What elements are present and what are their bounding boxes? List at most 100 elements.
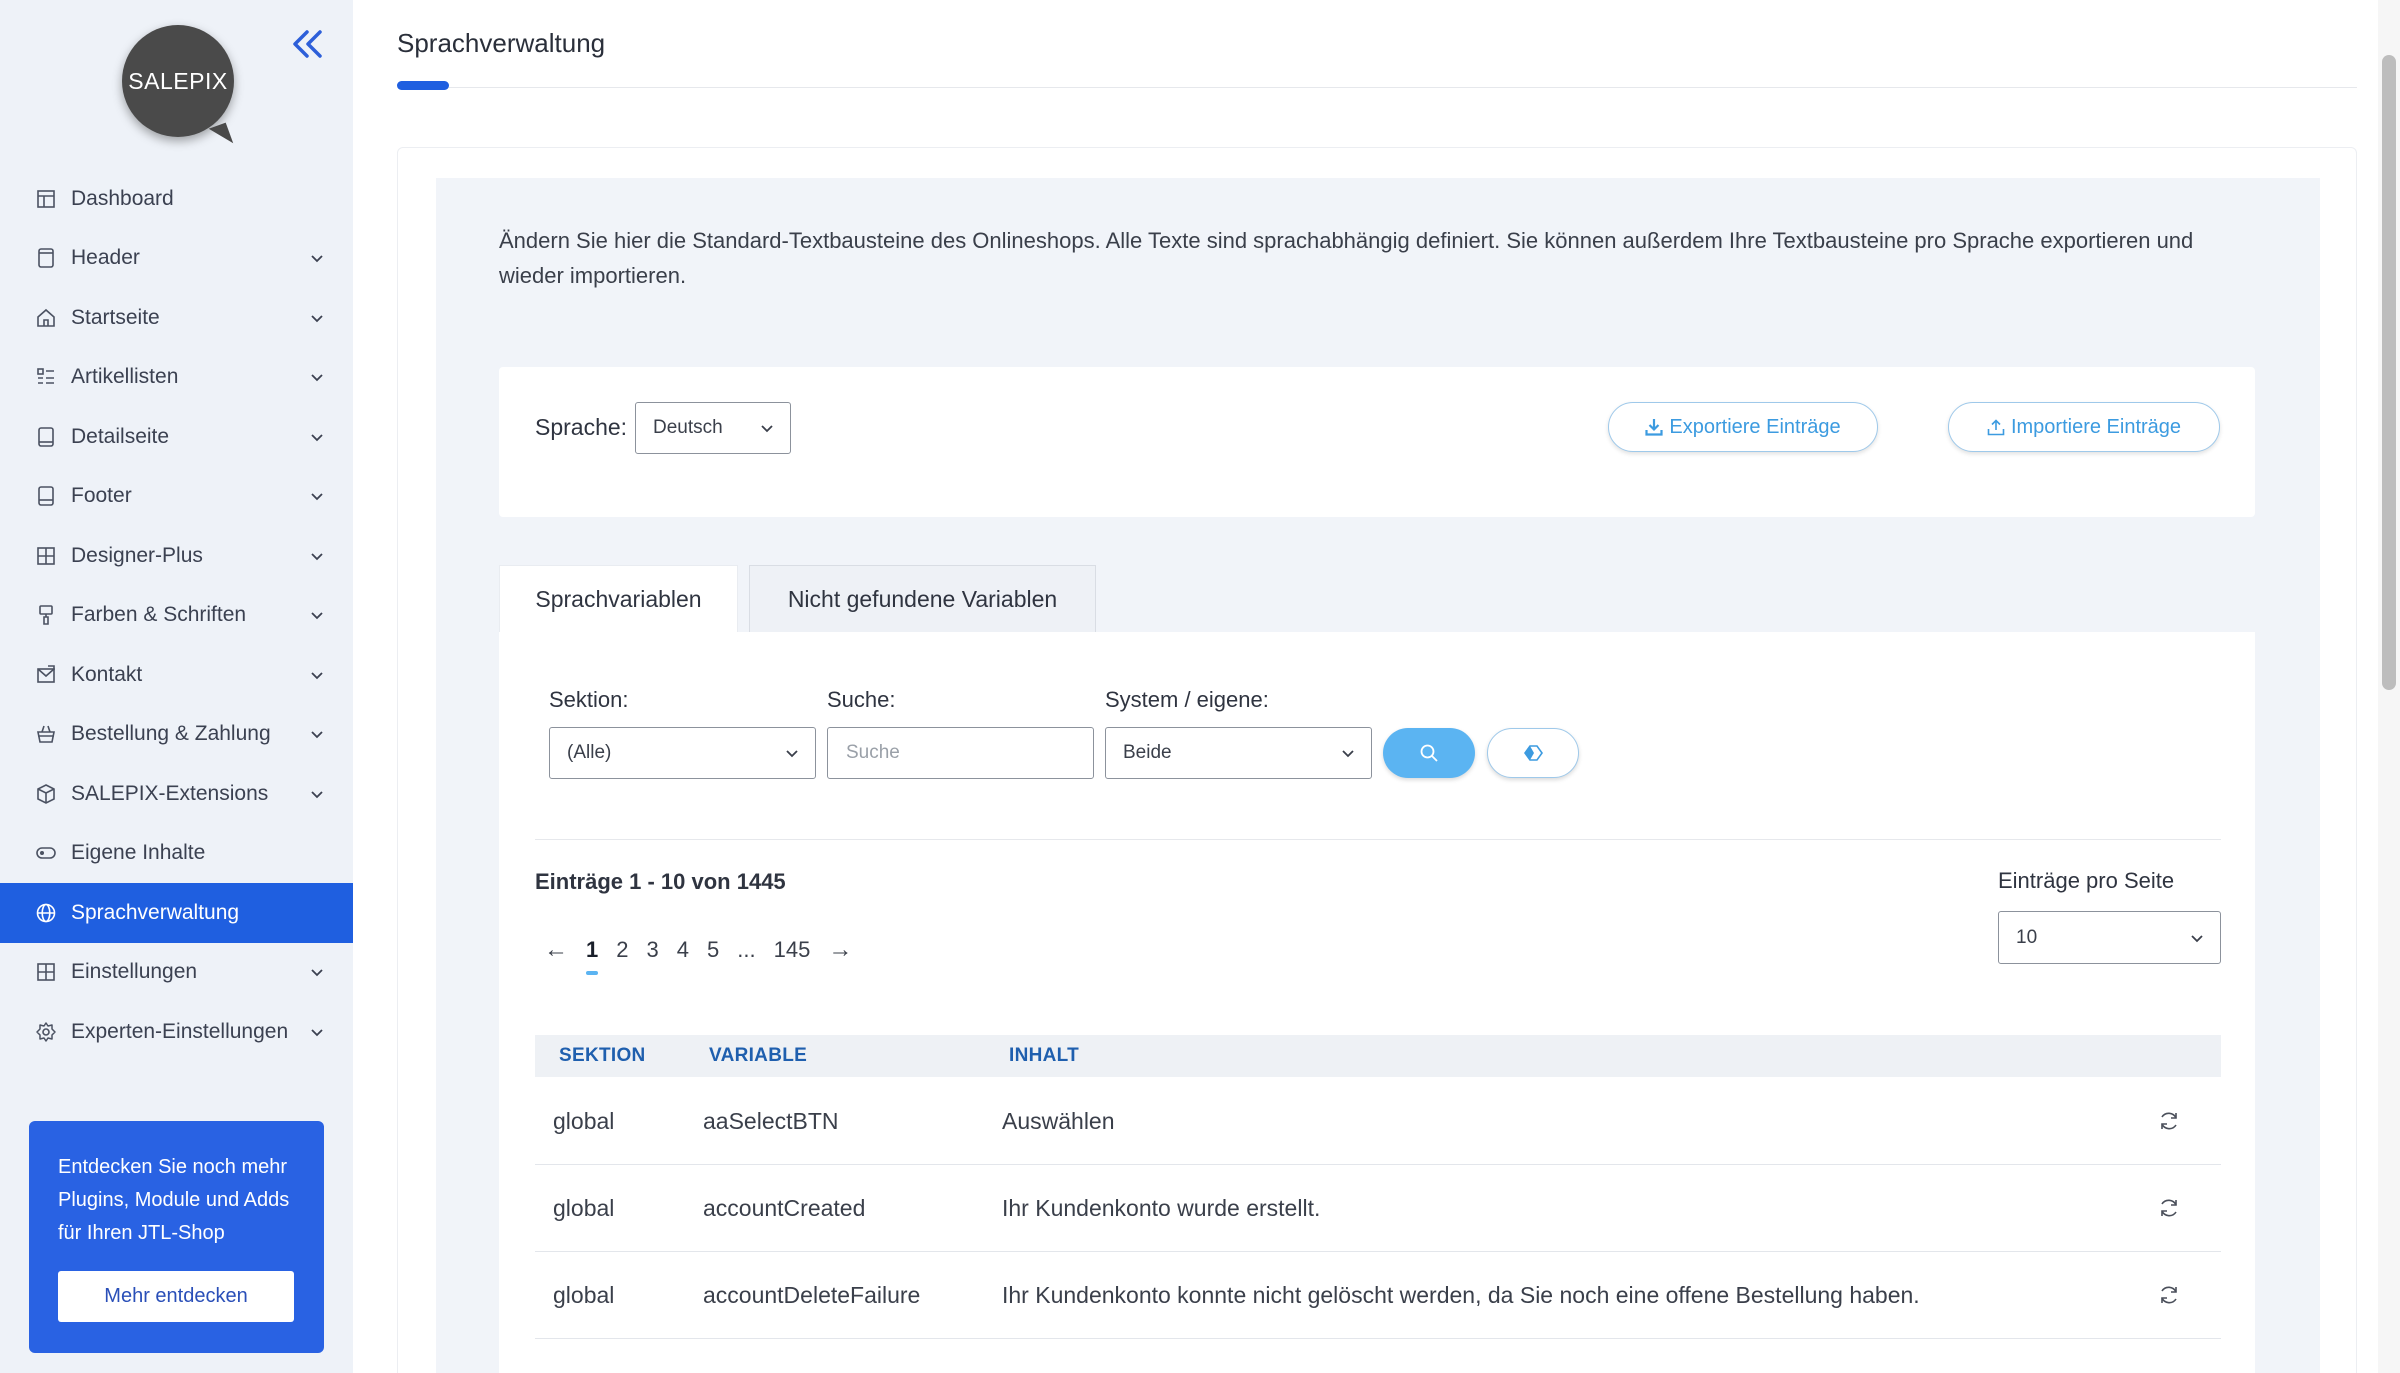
import-label: Importiere Einträge bbox=[2010, 415, 2182, 438]
cell-variable: accountCreated bbox=[703, 1194, 866, 1221]
chevron-down-icon bbox=[761, 425, 773, 433]
table-row[interactable]: global accountCreated Ihr Kundenkonto wurd… bbox=[535, 1165, 2221, 1252]
chevron-down-icon bbox=[311, 612, 323, 620]
eraser-icon bbox=[1524, 745, 1543, 761]
sidebar-item-label: Einstellungen bbox=[71, 960, 198, 984]
page-title: Sprachverwaltung bbox=[397, 28, 606, 58]
pagination-next-arrow[interactable]: → bbox=[819, 936, 861, 964]
salepix-logo[interactable]: SALEPIX bbox=[122, 25, 234, 137]
sidebar-item-dashboard[interactable]: Dashboard bbox=[0, 169, 353, 229]
extensions-icon bbox=[35, 783, 57, 805]
section-select[interactable]: (Alle) bbox=[549, 727, 816, 779]
sidebar-item-label: SALEPIX-Extensions bbox=[71, 781, 269, 805]
chevron-down-icon bbox=[311, 434, 323, 442]
sidebar-item-label: Artikellisten bbox=[71, 365, 179, 389]
sidebar-item-experten-einstellungen[interactable]: Experten-Einstellungen bbox=[0, 1002, 353, 1062]
promo-box: Entdecken Sie noch mehr Plugins, Module … bbox=[29, 1121, 324, 1353]
scrollbar[interactable] bbox=[2378, 0, 2400, 1373]
per-page-select[interactable]: 10 bbox=[1998, 911, 2221, 964]
scrollbar-thumb[interactable] bbox=[2382, 55, 2396, 690]
language-label: Sprache: bbox=[535, 414, 628, 440]
search-label: Suche: bbox=[827, 687, 896, 712]
chevron-down-icon bbox=[311, 672, 323, 680]
sidebar-item-startseite[interactable]: Startseite bbox=[0, 288, 353, 348]
sidebar-item-detailseite[interactable]: Detailseite bbox=[0, 407, 353, 467]
per-page-label: Einträge pro Seite bbox=[1998, 868, 2175, 893]
sidebar-item-bestellung-zahlung[interactable]: Bestellung & Zahlung bbox=[0, 705, 353, 765]
globe-icon bbox=[35, 902, 57, 924]
chevron-down-icon bbox=[311, 791, 323, 799]
footer-icon bbox=[35, 485, 57, 507]
pagination-page[interactable]: 3 bbox=[638, 937, 668, 963]
sidebar-item-label: Dashboard bbox=[71, 186, 174, 210]
sidebar-item-designer-plus[interactable]: Designer-Plus bbox=[0, 526, 353, 586]
sidebar-item-sprachverwaltung[interactable]: Sprachverwaltung bbox=[0, 883, 353, 943]
sidebar-item-artikellisten[interactable]: Artikellisten bbox=[0, 348, 353, 408]
system-value: Beide bbox=[1123, 742, 1172, 763]
clear-filter-button[interactable] bbox=[1487, 728, 1579, 778]
designer-icon bbox=[35, 545, 57, 567]
sidebar-nav: Dashboard Header Startseite Artikellisten De… bbox=[0, 169, 353, 1062]
sidebar: SALEPIX Dashboard Header Startseite Artikel… bbox=[0, 0, 353, 1373]
sidebar-item-label: Farben & Schriften bbox=[71, 603, 247, 627]
system-select[interactable]: Beide bbox=[1105, 727, 1372, 779]
sidebar-item-label: Experten-Einstellungen bbox=[71, 1019, 289, 1043]
import-entries-button[interactable]: Importiere Einträge bbox=[1948, 402, 2220, 452]
search-icon bbox=[1420, 744, 1438, 762]
table-row[interactable]: global aaSelectBTN Auswählen bbox=[535, 1078, 2221, 1165]
section-filter-label: Sektion: bbox=[549, 687, 629, 712]
cell-variable: accountDeleteFailure bbox=[703, 1281, 921, 1308]
reset-icon[interactable] bbox=[2157, 1283, 2181, 1307]
detail-page-icon bbox=[35, 426, 57, 448]
contact-icon bbox=[35, 664, 57, 686]
sidebar-item-label: Detailseite bbox=[71, 424, 170, 448]
title-underline bbox=[397, 81, 449, 90]
table-row[interactable]: global accountDeleteFailure Ihr Kundenkont… bbox=[535, 1252, 2221, 1339]
chevron-down-icon bbox=[311, 255, 323, 263]
sidebar-item-einstellungen[interactable]: Einstellungen bbox=[0, 943, 353, 1003]
reset-icon[interactable] bbox=[2157, 1109, 2181, 1133]
language-select[interactable]: Deutsch bbox=[635, 402, 791, 454]
discover-more-button[interactable]: Mehr entdecken bbox=[58, 1271, 294, 1322]
search-button[interactable] bbox=[1383, 728, 1475, 778]
sidebar-item-footer[interactable]: Footer bbox=[0, 467, 353, 527]
sidebar-item-kontakt[interactable]: Kontakt bbox=[0, 645, 353, 705]
search-input[interactable]: Suche bbox=[827, 727, 1094, 779]
sidebar-item-salepix-extensions[interactable]: SALEPIX-Extensions bbox=[0, 764, 353, 824]
chevron-down-icon bbox=[2191, 934, 2203, 942]
tab-sprachvariablen[interactable]: Sprachvariablen bbox=[499, 565, 738, 633]
header-icon bbox=[35, 247, 57, 269]
sidebar-item-label: Footer bbox=[71, 484, 132, 508]
chevron-down-icon bbox=[311, 553, 323, 561]
sidebar-item-eigene-inhalte[interactable]: Eigene Inhalte bbox=[0, 824, 353, 884]
collapse-sidebar-icon[interactable] bbox=[290, 28, 326, 60]
export-entries-button[interactable]: Exportiere Einträge bbox=[1608, 402, 1878, 452]
column-header-variable[interactable]: VARIABLE bbox=[709, 1045, 807, 1067]
cell-variable: aaSelectBTN bbox=[703, 1107, 839, 1134]
column-header-sektion[interactable]: SEKTION bbox=[559, 1045, 646, 1067]
cell-inhalt: Ihr Kundenkonto konnte nicht gelöscht we… bbox=[1002, 1281, 1920, 1308]
paint-icon bbox=[35, 604, 57, 626]
system-filter-label: System / eigene: bbox=[1105, 687, 1269, 712]
pagination-page[interactable]: 4 bbox=[668, 937, 698, 963]
list-icon bbox=[35, 366, 57, 388]
cell-inhalt: Ihr Kundenkonto wurde erstellt. bbox=[1002, 1194, 1321, 1221]
logo-text: SALEPIX bbox=[128, 67, 228, 94]
sidebar-item-farben-schriften[interactable]: Farben & Schriften bbox=[0, 586, 353, 646]
pagination-page[interactable]: 2 bbox=[607, 937, 637, 963]
column-header-inhalt[interactable]: INHALT bbox=[1009, 1045, 1079, 1067]
cell-sektion: global bbox=[553, 1107, 615, 1134]
chevron-down-icon bbox=[311, 315, 323, 323]
section-value: (Alle) bbox=[567, 742, 612, 763]
tab-nicht-gefundene-variablen[interactable]: Nicht gefundene Variablen bbox=[749, 565, 1096, 633]
pagination-page[interactable]: 1 bbox=[577, 937, 607, 975]
pagination-prev-arrow[interactable]: ← bbox=[535, 936, 577, 964]
reset-icon[interactable] bbox=[2157, 1196, 2181, 1220]
entries-count: Einträge 1 - 10 von 1445 bbox=[535, 869, 786, 894]
sidebar-item-label: Startseite bbox=[71, 305, 160, 329]
sidebar-item-header[interactable]: Header bbox=[0, 229, 353, 289]
language-value: Deutsch bbox=[653, 417, 723, 438]
pagination-page[interactable]: 5 bbox=[698, 937, 728, 963]
pagination: ← 1 2 3 4 5... 145 → bbox=[535, 930, 861, 975]
pagination-page[interactable]: 145 bbox=[765, 937, 820, 963]
